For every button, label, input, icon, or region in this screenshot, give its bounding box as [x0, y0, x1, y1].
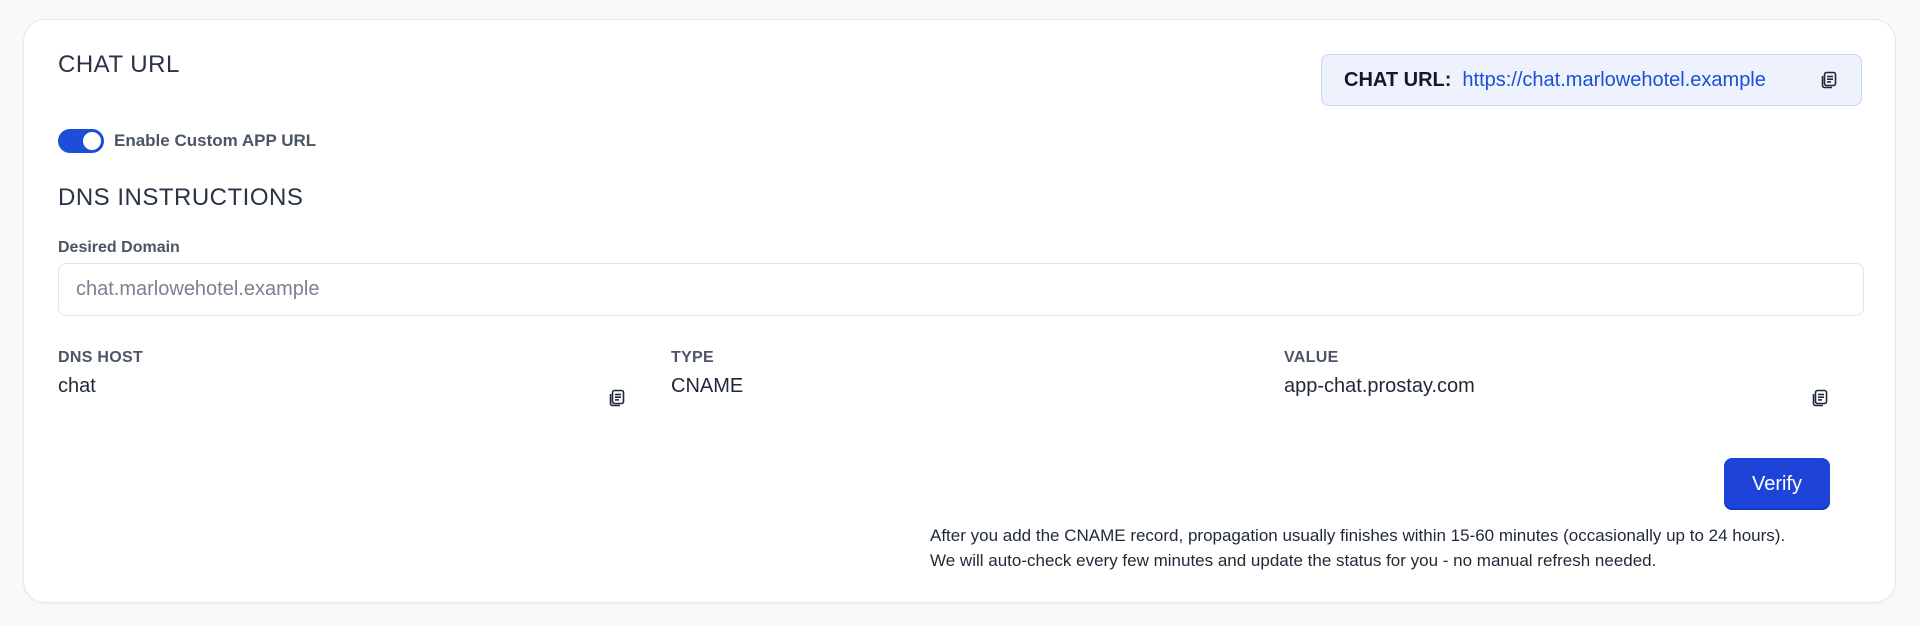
dns-instructions-title: DNS INSTRUCTIONS: [58, 184, 304, 211]
dns-host-value: chat: [58, 375, 96, 397]
custom-app-url-toggle-row: Enable Custom APP URL: [58, 129, 316, 153]
dns-type-value: CNAME: [671, 375, 744, 397]
dns-value-value: app-chat.prostay.com: [1284, 375, 1475, 397]
dns-value-column: VALUE app-chat.prostay.com: [1284, 349, 1475, 398]
custom-domain-card: CHAT URL CHAT URL: https://chat.marloweh…: [23, 19, 1896, 603]
toggle-knob: [83, 132, 101, 150]
desired-domain-label: Desired Domain: [58, 239, 180, 256]
custom-app-url-toggle-label: Enable Custom APP URL: [114, 131, 317, 150]
dns-value-header: VALUE: [1284, 349, 1339, 366]
verify-button[interactable]: Verify: [1724, 458, 1830, 510]
custom-app-url-toggle[interactable]: [58, 129, 104, 153]
copy-icon[interactable]: [1819, 70, 1839, 90]
chat-url-pill-label: CHAT URL:: [1344, 68, 1452, 91]
desired-domain-input[interactable]: [58, 263, 1864, 316]
copy-dns-host-icon[interactable]: [607, 388, 627, 408]
propagation-note-line-2: We will auto-check every few minutes and…: [930, 551, 1657, 570]
propagation-note: After you add the CNAME record, propagat…: [930, 523, 1830, 573]
chat-url-link[interactable]: https://chat.marlowehotel.example: [1462, 69, 1819, 92]
chat-url-pill: CHAT URL: https://chat.marlowehotel.exam…: [1321, 54, 1862, 106]
dns-host-header: DNS HOST: [58, 349, 144, 366]
dns-host-column: DNS HOST chat: [58, 349, 143, 398]
chat-url-title: CHAT URL: [58, 51, 180, 78]
propagation-note-line-1: After you add the CNAME record, propagat…: [930, 526, 1786, 545]
dns-type-header: TYPE: [671, 349, 714, 366]
copy-dns-value-icon[interactable]: [1810, 388, 1830, 408]
dns-type-column: TYPE CNAME: [671, 349, 743, 398]
